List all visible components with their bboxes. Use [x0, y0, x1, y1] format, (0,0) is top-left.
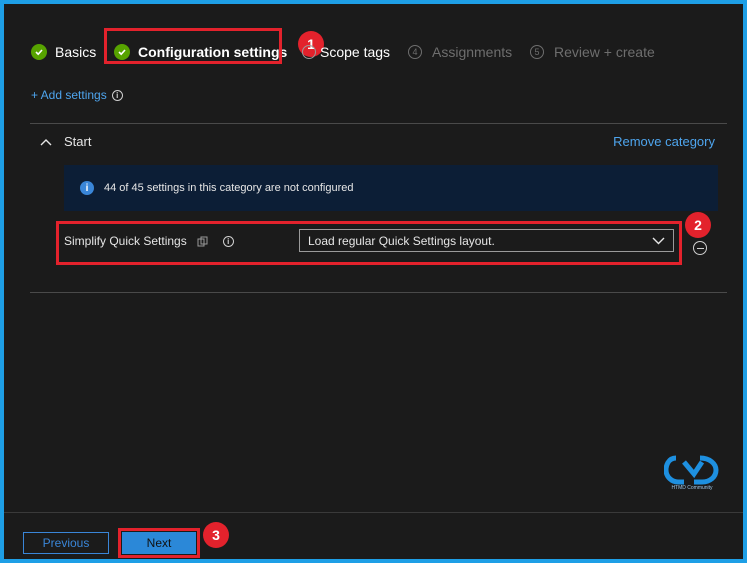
step-label: Basics — [55, 44, 97, 60]
highlight-box-next — [118, 528, 200, 558]
info-icon[interactable]: i — [111, 89, 123, 101]
step-assignments[interactable]: 4 Assignments — [408, 41, 512, 63]
app-window: Basics Configuration settings 1 Scope ta… — [4, 4, 743, 559]
step-label: Review + create — [554, 44, 655, 60]
highlight-box-setting — [56, 221, 682, 265]
step-label: Assignments — [432, 44, 513, 60]
check-circle-icon — [31, 44, 47, 60]
divider — [30, 292, 727, 293]
divider — [30, 123, 727, 124]
step-label: Scope tags — [320, 44, 391, 60]
info-message-bar: i 44 of 45 settings in this category are… — [64, 165, 718, 211]
step-review-create[interactable]: 5 Review + create — [530, 41, 655, 63]
info-message-text: 44 of 45 settings in this category are n… — [104, 182, 354, 194]
annotation-badge-2: 2 — [685, 212, 711, 238]
step-scope-tags[interactable]: Scope tags — [302, 41, 390, 63]
add-settings-label: + Add settings — [31, 88, 107, 102]
step-circle-icon — [302, 45, 316, 59]
step-number: 4 — [408, 45, 422, 59]
step-basics[interactable]: Basics — [31, 41, 96, 63]
step-number: 5 — [530, 45, 544, 59]
annotation-badge-3: 3 — [203, 522, 229, 548]
category-header[interactable]: Start — [40, 134, 91, 149]
info-filled-icon: i — [80, 181, 94, 195]
remove-category-link[interactable]: Remove category — [613, 134, 715, 149]
add-settings-link[interactable]: + Add settings i — [31, 88, 123, 102]
footer-divider — [4, 512, 743, 513]
previous-button[interactable]: Previous — [23, 532, 109, 554]
highlight-box-configuration — [104, 28, 282, 64]
chevron-up-icon[interactable] — [40, 138, 52, 146]
category-name: Start — [64, 134, 92, 149]
remove-setting-icon[interactable] — [693, 241, 707, 255]
logo-text: HTMD Community — [671, 485, 713, 491]
